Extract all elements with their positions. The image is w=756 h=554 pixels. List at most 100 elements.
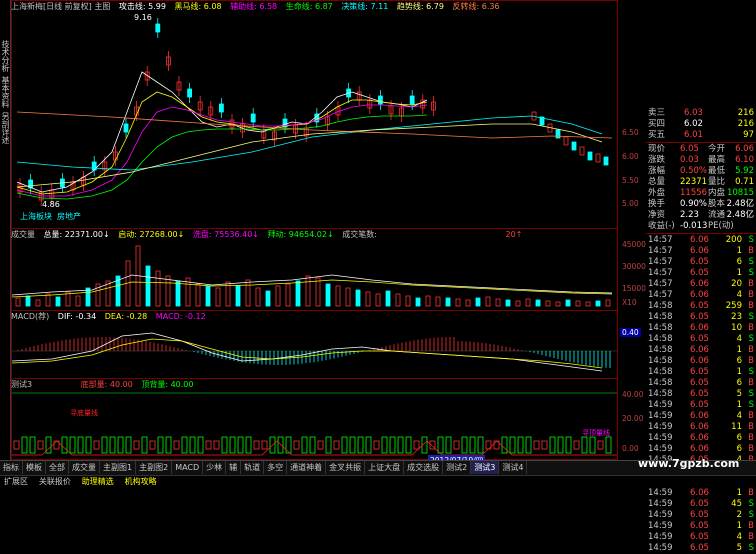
trade-time: 14:57 bbox=[648, 279, 673, 289]
test-indicator-bar bbox=[253, 440, 260, 450]
volume-bar bbox=[195, 283, 201, 307]
quote-stat-row: 收益(-) -0.013 PE(动) bbox=[646, 221, 756, 232]
tick-trade-row: 14:57 6.06 4 B bbox=[646, 290, 756, 301]
candle-body bbox=[377, 95, 383, 105]
stat-value: 2.23 bbox=[680, 210, 699, 220]
test-indicator-bar bbox=[37, 440, 44, 450]
volume-bar bbox=[325, 283, 331, 307]
high-price-label: 9.16 bbox=[134, 13, 152, 22]
test-indicator-bar bbox=[589, 436, 596, 454]
test-indicator-bar bbox=[317, 440, 324, 450]
ma-label-reversal: 反转线: 6.36 bbox=[452, 2, 500, 11]
indicator-tab[interactable]: 多空 bbox=[264, 461, 288, 474]
low-price-label: 4.86 bbox=[42, 200, 60, 209]
volume-bar bbox=[465, 299, 471, 307]
indicator-tab[interactable]: 主副图1 bbox=[100, 461, 137, 474]
test-indicator-chart[interactable]: 寻底量线 寻顶量线 bbox=[12, 389, 617, 459]
trade-time: 14:59 bbox=[648, 488, 673, 498]
test-indicator-bar bbox=[213, 440, 220, 450]
stat-value: 0.03 bbox=[680, 155, 699, 165]
volume-bar bbox=[35, 299, 41, 307]
test-indicator-bar bbox=[461, 436, 468, 454]
tick-trade-row: 14:58 6.05 23 S bbox=[646, 312, 756, 323]
indicator-tab[interactable]: 主副图2 bbox=[136, 461, 173, 474]
trade-time: 14:59 bbox=[648, 422, 673, 432]
test-indicator-bar bbox=[549, 436, 556, 454]
trade-volume: 1 bbox=[736, 488, 742, 498]
test-top-vol: 顶背量: 40.00 bbox=[141, 380, 194, 389]
trade-direction: S bbox=[748, 389, 754, 399]
indicator-tab[interactable]: 全部 bbox=[46, 461, 69, 474]
test-indicator-bar bbox=[509, 436, 516, 454]
trade-price: 6.05 bbox=[690, 301, 709, 311]
trade-volume: 1 bbox=[736, 246, 742, 256]
indicator-tab[interactable]: 指标 bbox=[0, 461, 23, 474]
indicator-tab[interactable]: 轨道 bbox=[241, 461, 265, 474]
trade-direction: S bbox=[748, 312, 754, 322]
volume-bar bbox=[375, 293, 381, 307]
test-indicator-bar bbox=[365, 436, 372, 454]
tick-trade-row: 14:59 6.06 1 B bbox=[646, 488, 756, 499]
trade-time: 14:59 bbox=[648, 411, 673, 421]
trade-volume: 4 bbox=[736, 411, 742, 421]
test-indicator-bar bbox=[205, 440, 212, 450]
test-indicator-bar bbox=[221, 436, 228, 454]
stat-label: 换手 bbox=[648, 199, 666, 209]
indicator-tab[interactable]: 成交选股 bbox=[404, 461, 444, 474]
stat-label: 涨跌 bbox=[648, 155, 666, 165]
indicator-tab[interactable]: 测试4 bbox=[499, 461, 528, 474]
indicator-tab[interactable]: 模板 bbox=[23, 461, 46, 474]
sidebar-tab-basic-info[interactable]: 基本资料 bbox=[0, 76, 10, 108]
bottom-assistant-picks[interactable]: 助理精选 bbox=[78, 476, 118, 488]
test-indicator-bar bbox=[109, 436, 116, 454]
volume-bar bbox=[565, 299, 571, 307]
test-indicator-bar bbox=[101, 436, 108, 454]
test-indicator-bar bbox=[197, 436, 204, 454]
indicator-tab[interactable]: 通道神着 bbox=[287, 461, 327, 474]
indicator-tab[interactable]: 测试3 bbox=[471, 461, 500, 474]
indicator-tab[interactable]: 测试2 bbox=[443, 461, 472, 474]
trade-volume: 1 bbox=[736, 521, 742, 531]
ma-label-decision: 决策线: 7.11 bbox=[341, 2, 389, 11]
macd-chart[interactable] bbox=[12, 321, 617, 377]
candle-body bbox=[563, 136, 569, 146]
trade-direction: B bbox=[748, 246, 754, 256]
annotation-sector: 上海板块 bbox=[20, 211, 52, 221]
indicator-tab[interactable]: 金叉共振 bbox=[326, 461, 366, 474]
indicator-tab[interactable]: 成交量 bbox=[69, 461, 100, 474]
stat-value: 11556 bbox=[680, 188, 708, 198]
trade-time: 14:57 bbox=[648, 268, 673, 278]
trade-volume: 10 bbox=[731, 323, 742, 333]
tick-trade-row: 14:59 6.06 6 B bbox=[646, 444, 756, 455]
bottom-institution-strategy[interactable]: 机构攻略 bbox=[121, 476, 161, 488]
candlestick-chart[interactable]: 9.16 4.86 上海板块 房地产 bbox=[12, 12, 617, 227]
stat-label: 量比 bbox=[708, 177, 726, 187]
trade-time: 14:57 bbox=[648, 290, 673, 300]
volume-chart[interactable] bbox=[12, 240, 617, 308]
indicator-tab[interactable]: MACD bbox=[172, 461, 204, 474]
trade-time: 14:59 bbox=[648, 521, 673, 531]
indicator-tab[interactable]: 上证大盘 bbox=[365, 461, 405, 474]
watermark: www.7gpzb.com bbox=[638, 457, 740, 470]
order-book-label: 卖三 bbox=[648, 108, 666, 118]
stat-value: 0.71 bbox=[735, 177, 754, 187]
trade-time: 14:58 bbox=[648, 334, 673, 344]
trade-price: 6.06 bbox=[690, 356, 709, 366]
bottom-related-quote[interactable]: 关联报价 bbox=[35, 476, 75, 488]
indicator-tab[interactable]: 少林 bbox=[203, 461, 227, 474]
indicator-tab[interactable]: 辅 bbox=[226, 461, 242, 474]
stat-label: 股本 bbox=[708, 199, 726, 209]
macd-tick: 0.40 bbox=[620, 328, 641, 337]
trade-direction: S bbox=[748, 367, 754, 377]
bottom-expand-area[interactable]: 扩展区 bbox=[0, 476, 32, 488]
test-indicator-bar bbox=[325, 436, 332, 454]
volume-bar bbox=[575, 300, 581, 307]
volume-bar bbox=[55, 296, 61, 307]
trade-direction: S bbox=[748, 510, 754, 520]
test-indicator-bar bbox=[517, 436, 524, 454]
trade-time: 14:58 bbox=[648, 356, 673, 366]
sidebar-tab-technical[interactable]: 技术分析 bbox=[0, 40, 10, 72]
tick-trade-row: 14:58 6.06 10 B bbox=[646, 323, 756, 334]
candle-body bbox=[571, 141, 577, 151]
sidebar-tab-details[interactable]: 另剖详述 bbox=[0, 112, 10, 144]
